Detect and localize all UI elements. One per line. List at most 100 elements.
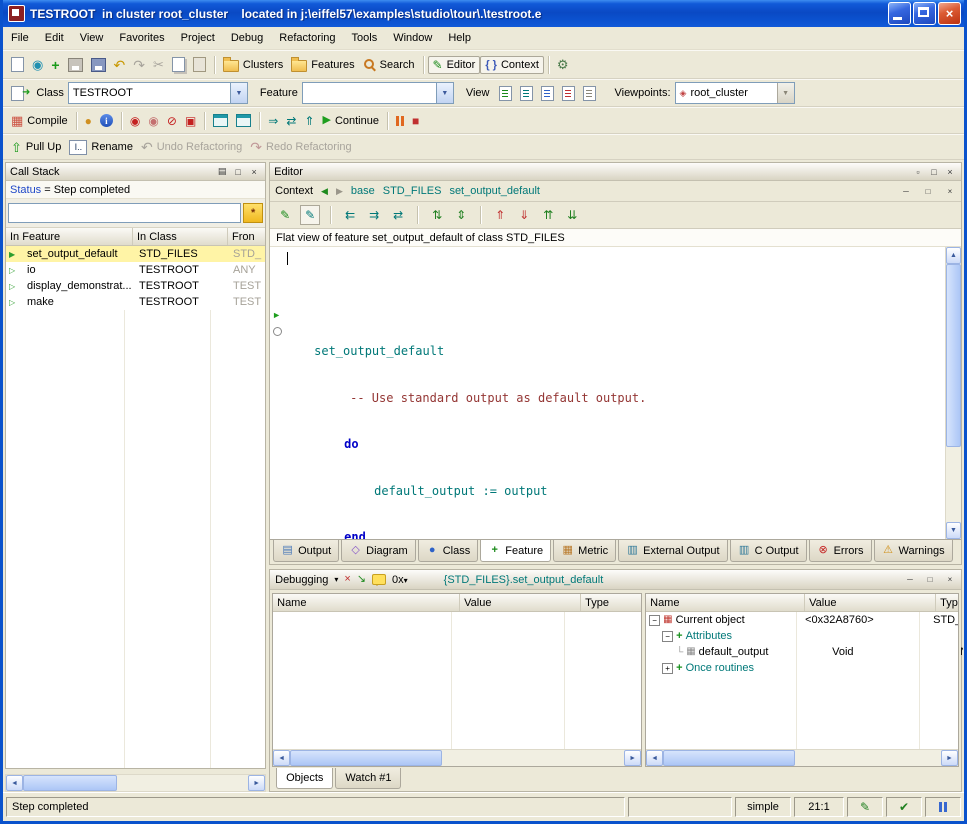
object-tree-row[interactable]: ++Once routines (646, 660, 958, 676)
column-value[interactable]: Value (460, 594, 581, 611)
breakpoint-slot-icon[interactable] (273, 327, 282, 336)
scroll-right-icon[interactable]: ► (248, 775, 265, 791)
undock-icon[interactable]: ▫ (911, 165, 925, 178)
collapse-icon[interactable]: − (649, 615, 660, 626)
column-type[interactable]: Typ (936, 594, 958, 611)
disable-breakpoints-button[interactable]: ◉ (144, 113, 162, 129)
scroll-track[interactable] (946, 264, 961, 522)
breakpoint-gutter[interactable]: ► (270, 247, 284, 539)
scroll-right-icon[interactable]: ► (624, 750, 641, 766)
call-stack-filter-input[interactable] (8, 203, 241, 223)
debugging-menu-arrow-icon[interactable]: ▾ (334, 576, 338, 584)
expand-icon[interactable]: + (662, 663, 673, 674)
object-tree-row[interactable]: └▦default_output Void NON (646, 644, 958, 660)
stop-button[interactable]: ■ (408, 113, 423, 129)
menu-help[interactable]: Help (440, 27, 479, 49)
new-button[interactable] (7, 55, 28, 74)
tab-feature[interactable]: +Feature (480, 540, 551, 562)
go-to-object-icon[interactable]: ↘ (357, 574, 366, 585)
menu-project[interactable]: Project (173, 27, 223, 49)
paste-button[interactable] (189, 55, 210, 74)
column-type[interactable]: Type (581, 594, 641, 611)
menu-view[interactable]: View (72, 27, 112, 49)
scroll-thumb[interactable] (663, 750, 795, 766)
assigners-button[interactable]: ⇄ (389, 206, 407, 224)
collapse-icon[interactable]: − (662, 631, 673, 642)
scroll-track[interactable] (663, 750, 941, 766)
crumb-class[interactable]: STD_FILES (383, 185, 442, 197)
object-tree-row[interactable]: −▦Current object <0x32A8760> STD_ (646, 612, 958, 628)
scroll-track[interactable] (23, 775, 248, 791)
crumb-library[interactable]: base (351, 185, 375, 197)
external-commands-button[interactable]: ⚙ (553, 56, 573, 73)
scroll-up-icon[interactable]: ▲ (946, 247, 961, 264)
editable-view-button[interactable]: ✎ (300, 205, 320, 225)
editor-vertical-scrollbar[interactable]: ▲ ▼ (945, 247, 961, 539)
close-context-icon[interactable]: × (944, 185, 956, 197)
close-debug-icon[interactable]: × (944, 574, 956, 586)
menu-favorites[interactable]: Favorites (111, 27, 172, 49)
maximize-panel-icon[interactable]: □ (231, 165, 245, 178)
tab-watch-1[interactable]: Watch #1 (335, 768, 401, 789)
redo-button[interactable]: ↷ (129, 56, 149, 74)
watch-horizontal-scrollbar[interactable]: ◄ ► (273, 749, 641, 766)
watch-rows-area[interactable] (273, 612, 641, 749)
add-item-button[interactable]: + (47, 56, 63, 74)
step-over-button[interactable]: ⇒ (264, 113, 282, 129)
copy-button[interactable] (168, 55, 189, 74)
context-button[interactable]: Context (480, 56, 544, 74)
scroll-thumb[interactable] (23, 775, 117, 791)
viewpoints-combo[interactable]: ◈root_cluster ▼ (675, 82, 795, 104)
tab-metric[interactable]: ▦Metric (553, 540, 616, 562)
class-combo[interactable]: TESTROOT ▼ (68, 82, 248, 104)
suppliers-button[interactable]: ⇊ (563, 206, 581, 224)
contract-view-button[interactable] (558, 84, 579, 103)
call-stack-row[interactable]: ▷ make TESTROOT TEST (6, 294, 265, 310)
save-button[interactable] (64, 56, 87, 74)
close-tool-icon[interactable]: × (344, 574, 350, 585)
minimize-context-icon[interactable]: ─ (900, 185, 912, 197)
column-value[interactable]: Value (805, 594, 936, 611)
pause-button[interactable] (392, 114, 408, 128)
column-from[interactable]: Fron (228, 228, 265, 245)
column-in-class[interactable]: In Class (133, 228, 228, 245)
open-button[interactable]: ◉ (28, 56, 47, 73)
column-name[interactable]: Name (646, 594, 805, 611)
minimize-button[interactable] (888, 2, 911, 25)
call-stack-horizontal-scrollbar[interactable]: ◄ ► (5, 774, 266, 792)
interface-view-button[interactable] (579, 84, 600, 103)
callers-button[interactable]: ⇇ (341, 206, 359, 224)
callees-button[interactable]: ⇉ (365, 206, 383, 224)
debug-info-button[interactable]: i (96, 112, 117, 129)
call-stack-row[interactable]: ▷ display_demonstrat... TESTROOT TEST (6, 278, 265, 294)
redo-refactoring-button[interactable]: ↷Redo Refactoring (246, 138, 355, 156)
call-stack-row[interactable]: ▶ set_output_default STD_FILES STD_ (6, 246, 265, 262)
objects-horizontal-scrollbar[interactable]: ◄ ► (646, 749, 958, 766)
save-all-button[interactable] (87, 56, 110, 74)
scroll-right-icon[interactable]: ► (941, 750, 958, 766)
maximize-editor-icon[interactable]: □ (927, 165, 941, 178)
implementers-button[interactable]: ⇕ (452, 206, 470, 224)
tab-output[interactable]: ▤Output (273, 540, 339, 562)
tab-diagram[interactable]: ◇Diagram (341, 540, 416, 562)
tab-c-output[interactable]: ▥C Output (730, 540, 807, 562)
clients-button[interactable]: ⇈ (539, 206, 557, 224)
scroll-thumb[interactable] (946, 264, 961, 447)
menu-debug[interactable]: Debug (223, 27, 271, 49)
feature-combo[interactable]: ▼ (302, 82, 454, 104)
history-back-icon[interactable]: ◀ (321, 186, 328, 197)
compile-button[interactable]: ▦Compile (7, 112, 72, 129)
editor-button[interactable]: ✎Editor (428, 56, 481, 74)
undo-button[interactable]: ↶ (110, 56, 130, 74)
minimize-debug-icon[interactable]: ─ (904, 574, 916, 586)
menu-tools[interactable]: Tools (344, 27, 386, 49)
basic-text-view-button[interactable] (495, 84, 516, 103)
scroll-down-icon[interactable]: ▼ (946, 522, 961, 539)
step-into-button[interactable]: ⇄ (282, 113, 300, 129)
maximize-button[interactable] (913, 2, 936, 25)
ancestors-button[interactable]: ⇑ (491, 206, 509, 224)
filter-button[interactable]: * (243, 203, 263, 223)
menu-refactoring[interactable]: Refactoring (271, 27, 343, 49)
code-area[interactable]: ► set_output_default -- Use standard out… (270, 247, 961, 539)
call-stack-row[interactable]: ▷ io TESTROOT ANY (6, 262, 265, 278)
